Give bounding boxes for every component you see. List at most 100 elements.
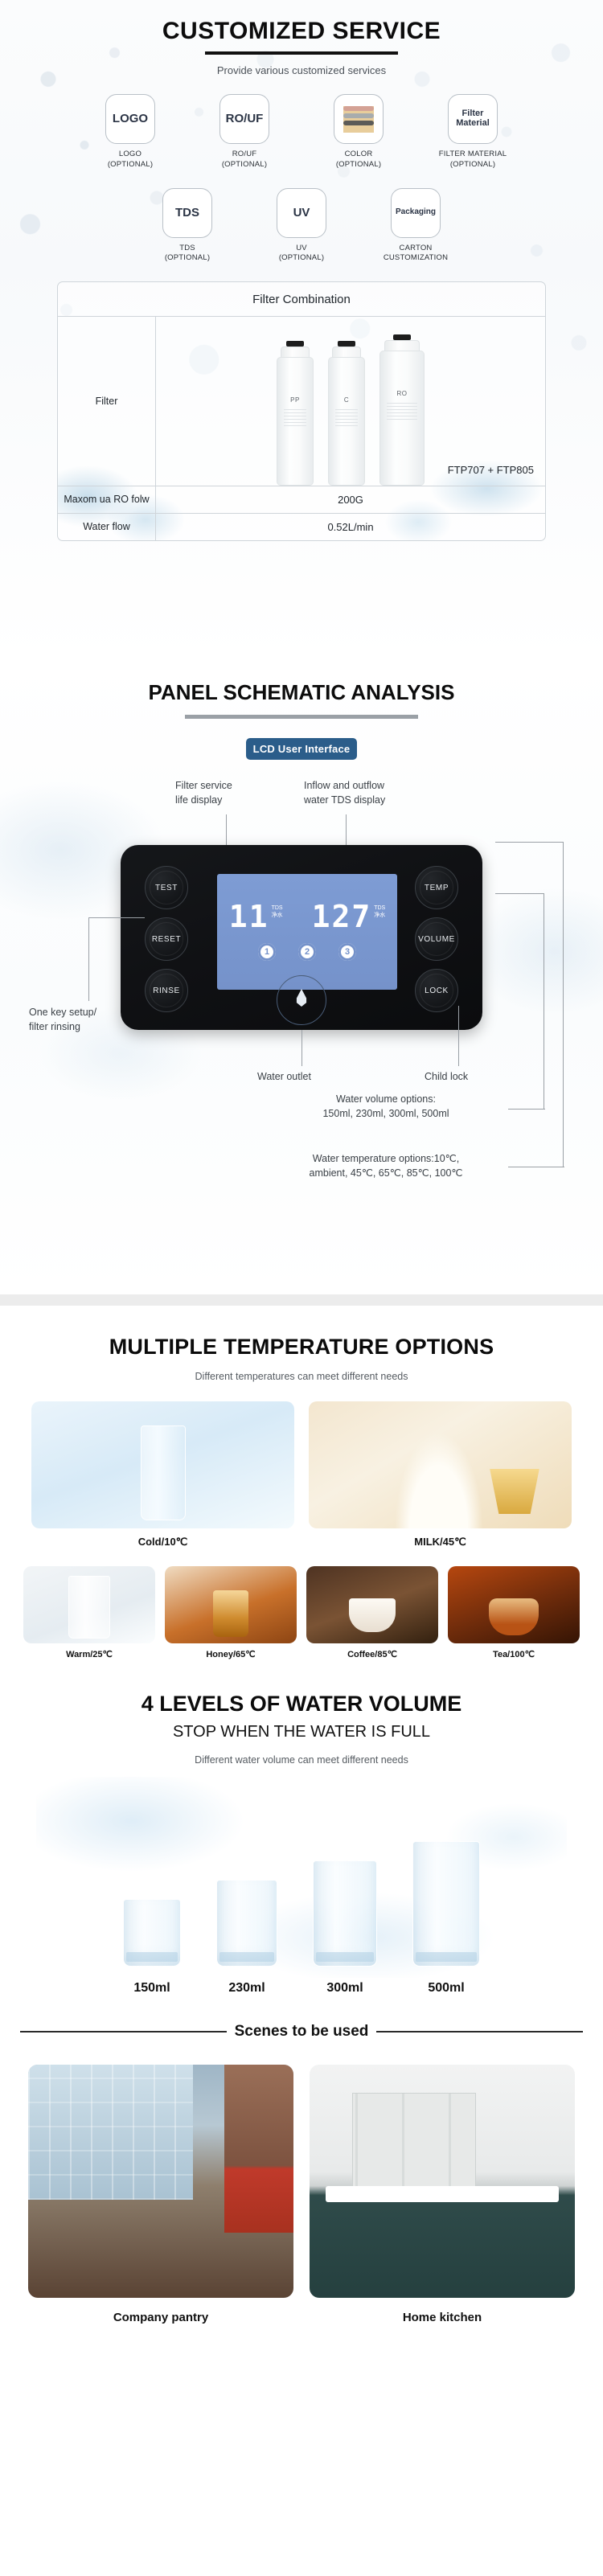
option-tds-caption-line1: TDS [179, 243, 195, 252]
glass-shape [68, 1576, 110, 1639]
option-filter-material[interactable]: Filter Material FILTER MATERIAL (OPTIONA… [425, 94, 521, 170]
cartridge-group: PP C RO [156, 317, 545, 486]
cartridge-body: RO [379, 351, 425, 486]
lcd-unit-right: TDS 净水 [374, 903, 385, 920]
volume-label-230ml: 230ml [228, 1981, 265, 1995]
panel-section-title: PANEL SCHEMATIC ANALYSIS [148, 680, 455, 704]
option-rouf-caption-line1: RO/UF [232, 150, 257, 158]
lcd-unit-left: TDS 净水 [272, 903, 283, 920]
annotation-water-outlet: Water outlet [257, 1071, 311, 1082]
leader-temp-h1 [495, 842, 563, 843]
leader-volume-h1 [495, 893, 544, 894]
filter-life-indicators: 1 2 3 [217, 943, 397, 962]
caption-coffee: Coffee/85℃ [347, 1650, 397, 1659]
option-tds-caption: TDS (OPTIONAL) [139, 244, 236, 265]
cartridge-ro: RO [379, 334, 425, 486]
honey-jar-shape [213, 1590, 248, 1637]
temperature-big-row: Cold/10℃ MILK/45℃ [0, 1401, 603, 1548]
option-packaging-caption: CARTON CUSTOMIZATION [367, 244, 464, 265]
photo-company-pantry [28, 2065, 293, 2298]
cartridge-pp-label: PP [290, 396, 300, 404]
page-title: CUSTOMIZED SERVICE [162, 18, 441, 44]
title-divider [205, 51, 398, 55]
filter-life-indicator-1: 1 [258, 943, 276, 962]
volume-glass-150ml [123, 1899, 181, 1967]
option-logo-box: LOGO [105, 94, 155, 144]
option-tds-caption-line2: (OPTIONAL) [164, 253, 211, 263]
option-filter-material-box: Filter Material [448, 94, 498, 144]
table-row-filter: Filter PP C RO FTP707 + FTP805 [58, 317, 545, 486]
table-row-filter-body: PP C RO FTP707 + FTP805 [156, 317, 545, 486]
filter-model-value: FTP707 + FTP805 [447, 464, 534, 477]
option-tds[interactable]: TDS TDS (OPTIONAL) [139, 187, 236, 265]
cartridge-text-lines [284, 409, 306, 429]
temperature-section-subtitle: Different temperatures can meet differen… [195, 1371, 408, 1382]
milk-pour-shape [394, 1432, 483, 1528]
option-rouf-box: RO/UF [219, 94, 269, 144]
filter-life-indicator-3: 3 [338, 943, 356, 962]
water-outlet-button[interactable] [277, 975, 326, 1025]
button-temp[interactable]: TEMP [415, 866, 458, 909]
volume-glass-230ml [216, 1880, 277, 1967]
annotation-filter-life: Filter service life display [175, 780, 232, 806]
lcd-unit-left-bottom: 净水 [271, 912, 283, 918]
volume-label-group: 150ml 230ml 300ml 500ml [0, 1981, 603, 1996]
volume-illustration [36, 1777, 567, 1978]
button-rinse[interactable]: RINSE [145, 969, 188, 1012]
glass-shape [140, 1425, 186, 1520]
filter-life-indicator-2: 2 [298, 943, 316, 962]
annotation-child-lock: Child lock [425, 1071, 469, 1082]
coffee-cup-shape [349, 1598, 396, 1632]
option-uv-box: UV [277, 187, 326, 238]
temperature-card-milk: MILK/45℃ [309, 1401, 572, 1548]
filter-combination-table: Filter Combination Filter PP C RO FTP707… [57, 281, 546, 542]
photo-milk [309, 1401, 572, 1528]
lcd-value-right: 127 [311, 899, 372, 934]
option-uv[interactable]: UV UV (OPTIONAL) [253, 187, 350, 265]
lcd-readouts: 11 TDS 净水 127 TDS 净水 [217, 874, 397, 934]
color-swatch-3 [343, 120, 374, 125]
leader-child-lock [458, 1006, 459, 1066]
table-row-max-ro-flow: Maxom ua RO folw 200G [58, 486, 545, 514]
cartridge-cap-icon [286, 341, 304, 347]
button-test[interactable]: TEST [145, 866, 188, 909]
scenes-header: Scenes to be used [20, 2023, 583, 2041]
button-volume[interactable]: VOLUME [415, 917, 458, 961]
cartridge-cap-icon [393, 334, 411, 341]
button-lock[interactable]: LOCK [415, 969, 458, 1012]
option-packaging[interactable]: Packaging CARTON CUSTOMIZATION [367, 187, 464, 265]
filter-combination-header: Filter Combination [58, 282, 545, 318]
product-detail-page: CUSTOMIZED SERVICE Provide various custo… [0, 0, 603, 2345]
customized-service-section: CUSTOMIZED SERVICE Provide various custo… [0, 0, 603, 659]
water-drop-icon [296, 989, 307, 1007]
lcd-screen: 11 TDS 净水 127 TDS 净水 1 2 3 [217, 874, 397, 990]
volume-glass-500ml [412, 1841, 480, 1967]
button-reset[interactable]: RESET [145, 917, 188, 961]
photo-coffee [306, 1566, 438, 1643]
volume-label-300ml: 300ml [326, 1981, 363, 1995]
table-row-max-ro-flow-label: Maxom ua RO folw [58, 486, 156, 514]
cartridge-text-lines [335, 409, 358, 429]
caption-warm: Warm/25℃ [66, 1650, 113, 1659]
option-rouf-caption-line2: (OPTIONAL) [221, 159, 268, 169]
option-rouf[interactable]: RO/UF RO/UF (OPTIONAL) [196, 94, 293, 170]
caption-honey: Honey/65℃ [206, 1650, 256, 1659]
option-logo[interactable]: LOGO LOGO (OPTIONAL) [82, 94, 178, 170]
temperature-small-row: Warm/25℃ Honey/65℃ Coffee/85℃ Tea/100℃ [0, 1566, 603, 1659]
customized-subtitle: Provide various customized services [216, 64, 387, 76]
table-row-max-ro-flow-value: 200G [338, 494, 363, 507]
cartridge-c: C [328, 341, 365, 486]
cartridge-cap-icon [338, 341, 355, 347]
table-row-water-flow-label: Water flow [58, 514, 156, 541]
volume-section-title: 4 LEVELS OF WATER VOLUME [141, 1692, 462, 1716]
customization-options-row-2: TDS TDS (OPTIONAL) UV UV (OPTIONAL) Pack… [0, 187, 603, 265]
scenes-section: Scenes to be used Company pantry Home ki… [0, 1996, 603, 2345]
volume-section-subtitle: Different water volume can meet differen… [195, 1754, 408, 1766]
option-color[interactable]: COLOR (OPTIONAL) [310, 94, 407, 170]
color-swatch-2 [343, 113, 374, 118]
color-swatch-group [343, 105, 374, 133]
scenes-rule-right [376, 2031, 583, 2032]
scenes-row: Company pantry Home kitchen [0, 2065, 603, 2324]
panel-schematic-section: PANEL SCHEMATIC ANALYSIS LCD User Interf… [0, 659, 603, 1294]
temperature-card-tea: Tea/100℃ [448, 1566, 580, 1659]
